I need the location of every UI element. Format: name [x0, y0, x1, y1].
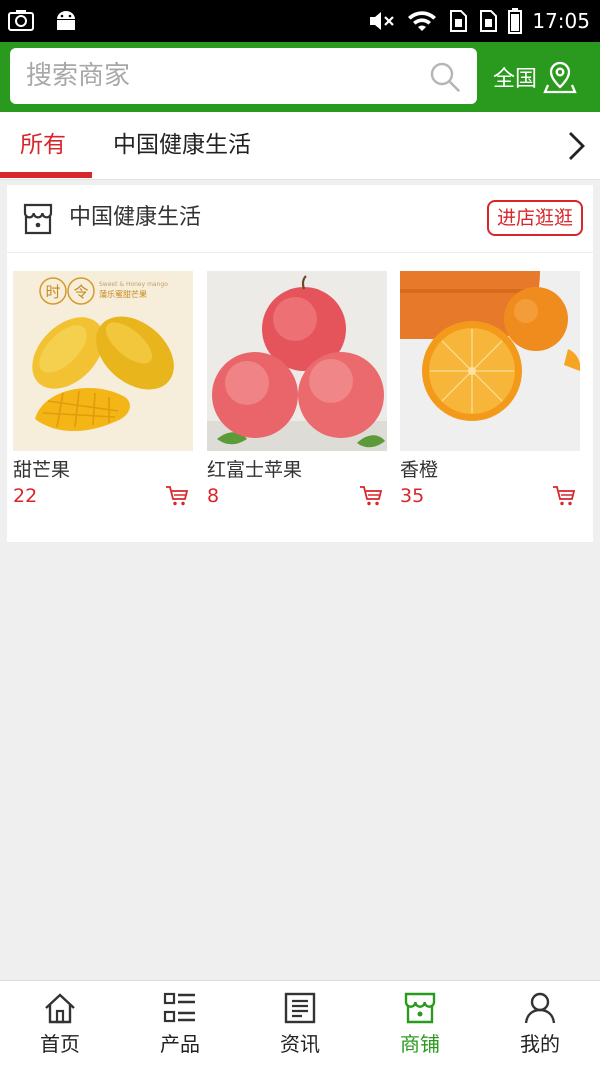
- visit-store-button[interactable]: 进店逛逛: [486, 200, 583, 236]
- cart-icon[interactable]: [359, 485, 383, 507]
- nav-label: 产品: [160, 1032, 200, 1056]
- nav-products[interactable]: 产品: [120, 981, 240, 1067]
- nav-home[interactable]: 首页: [0, 981, 120, 1067]
- store-icon: [23, 203, 53, 235]
- tab-china-health-life[interactable]: 中国健康生活: [113, 112, 251, 180]
- store-name: 中国健康生活: [69, 205, 202, 230]
- top-bar: 全国: [0, 42, 600, 112]
- active-tab-indicator: [0, 172, 92, 178]
- product-image-apples: [207, 271, 387, 451]
- screenshot-icon: [8, 10, 34, 31]
- nav-label: 我的: [520, 1032, 560, 1056]
- nav-label: 商铺: [400, 1032, 440, 1056]
- product-card-apple[interactable]: 红富士苹果 8: [207, 271, 387, 509]
- mute-icon: [370, 12, 395, 30]
- mango-brand-char-1: 时: [45, 283, 60, 301]
- region-label: 全国: [493, 67, 538, 92]
- product-price-row: 35: [400, 483, 580, 509]
- mango-brand-char-2: 令: [73, 283, 88, 301]
- wifi-icon: [408, 11, 437, 31]
- product-card-orange[interactable]: 香橙 35: [400, 271, 580, 509]
- product-name: 甜芒果: [13, 459, 71, 481]
- list-icon: [163, 992, 195, 1023]
- store-header: 中国健康生活 进店逛逛: [7, 185, 593, 253]
- status-bar: 17:05: [0, 0, 600, 42]
- product-price-row: 8: [207, 483, 387, 509]
- android-icon: [57, 11, 75, 30]
- chevron-right-icon[interactable]: [562, 130, 590, 162]
- nav-profile[interactable]: 我的: [480, 981, 600, 1067]
- home-icon: [45, 993, 75, 1024]
- location-icon: [543, 61, 577, 94]
- mango-brand-en: Sweet & Honey mango: [99, 281, 168, 288]
- region-selector[interactable]: 全国: [493, 42, 577, 112]
- cart-icon[interactable]: [552, 485, 576, 507]
- search-box[interactable]: [10, 48, 477, 104]
- sim-icon-2: [480, 10, 498, 32]
- product-card-mango[interactable]: 时 令 Sweet & Honey mango 蒲乐蜜甜芒果 甜芒果 22: [13, 271, 193, 509]
- bottom-navigation: 首页 产品 资讯 商铺 我的: [0, 980, 600, 1067]
- store-card: 中国健康生活 进店逛逛 时 令 Sweet & Honey mango 蒲乐蜜甜…: [7, 185, 593, 542]
- product-name: 香橙: [400, 459, 439, 481]
- nav-label: 首页: [40, 1032, 80, 1056]
- clock: 17:05: [532, 9, 590, 33]
- shop-icon: [404, 992, 436, 1024]
- category-tabs: 所有 中国健康生活: [0, 112, 600, 180]
- battery-icon: [508, 8, 523, 34]
- search-input[interactable]: [26, 48, 406, 104]
- search-icon[interactable]: [429, 61, 461, 93]
- cart-icon[interactable]: [165, 485, 189, 507]
- nav-label: 资讯: [280, 1032, 320, 1056]
- mango-brand-cn: 蒲乐蜜甜芒果: [99, 289, 147, 299]
- product-price-row: 22: [13, 483, 193, 509]
- product-image-oranges: [400, 271, 580, 451]
- product-name: 红富士苹果: [207, 459, 303, 481]
- nav-news[interactable]: 资讯: [240, 981, 360, 1067]
- sim-icon: [450, 10, 468, 32]
- product-image-mango: 时 令 Sweet & Honey mango 蒲乐蜜甜芒果: [13, 271, 193, 451]
- news-icon: [284, 992, 316, 1024]
- user-icon: [524, 992, 556, 1024]
- nav-shops[interactable]: 商铺: [360, 981, 480, 1067]
- tab-all[interactable]: 所有: [20, 112, 66, 180]
